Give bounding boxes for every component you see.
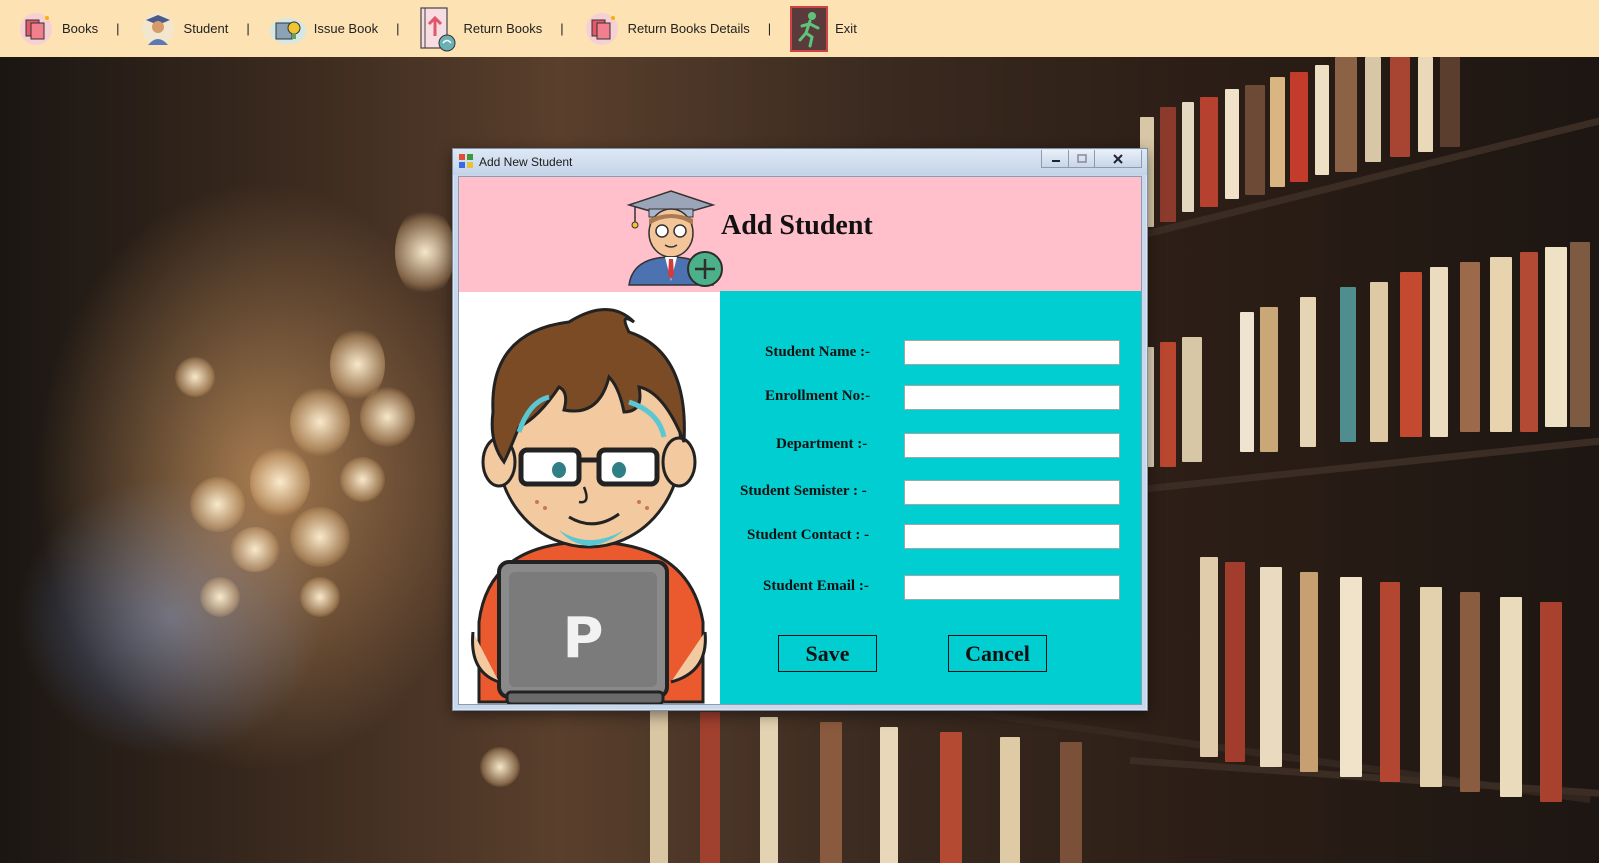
save-button[interactable]: Save [778,635,877,672]
issue-book-icon [268,9,308,49]
close-icon [1113,153,1123,164]
menu-item-return-books[interactable]: Return Books [417,0,542,57]
add-student-icon [621,187,731,287]
menu-separator: | [396,21,400,36]
cancel-button[interactable]: Cancel [948,635,1047,672]
laptop-letter: P [562,606,603,671]
books-icon [16,9,56,49]
exit-icon [789,5,829,52]
menu-item-return-books-details[interactable]: Return Books Details [582,0,750,57]
student-email-input[interactable] [904,575,1120,600]
student-with-laptop-illustration: P [471,308,707,704]
main-menu-bar: Books | Student | Issue Book | Return Bo… [0,0,1599,57]
menu-item-student[interactable]: Student [138,0,229,57]
maximize-icon [1077,153,1087,163]
student-semester-input[interactable] [904,480,1120,505]
menu-separator: | [246,21,250,36]
menu-label-exit: Exit [835,21,857,36]
enrollment-no-input[interactable] [904,385,1120,410]
menu-item-issue-book[interactable]: Issue Book [268,0,378,57]
student-icon [138,9,178,49]
student-contact-label: Student Contact : - [747,527,870,543]
dialog-titlebar[interactable]: Add New Student [453,149,1147,175]
student-form: Student Name :- Enrollment No:- Departme… [720,291,1141,704]
dialog-content: Add Student P Student Name:- Enrollment… [458,176,1142,705]
menu-separator: | [116,21,120,36]
student-email-label: Student Email :- [763,578,869,594]
menu-label-issue-book: Issue Book [313,21,379,36]
close-button[interactable] [1094,150,1142,168]
add-student-dialog: Add New Student Add Student P Student Na… [452,148,1148,711]
minimize-button[interactable] [1041,150,1070,168]
menu-label-return-books: Return Books [463,21,543,36]
menu-label-books: Books [62,21,99,36]
student-contact-input[interactable] [904,524,1120,549]
department-label: Department :- [776,436,868,452]
enrollment-no-label: Enrollment No:- [765,388,871,404]
student-illustration-pane: P [459,292,720,704]
student-semester-label: Student Semister : - [740,483,867,499]
dialog-header: Add Student [459,177,1141,292]
page-title: Add Student [721,210,873,241]
department-input[interactable] [904,433,1120,458]
menu-label-student: Student [183,21,229,36]
app-window-icon [459,154,473,168]
return-books-details-icon [582,9,622,49]
menu-item-books[interactable]: Books [16,0,98,57]
return-books-icon [417,6,457,51]
minimize-icon [1051,159,1060,162]
maximize-button[interactable] [1068,150,1096,168]
dialog-title: Add New Student [479,155,573,169]
student-name-label: Student Name :- [765,344,870,360]
student-name-input[interactable] [904,340,1120,365]
menu-separator: | [560,21,564,36]
menu-label-return-books-details: Return Books Details [627,21,750,36]
menu-item-exit[interactable]: Exit [789,0,857,57]
menu-separator: | [767,21,772,36]
